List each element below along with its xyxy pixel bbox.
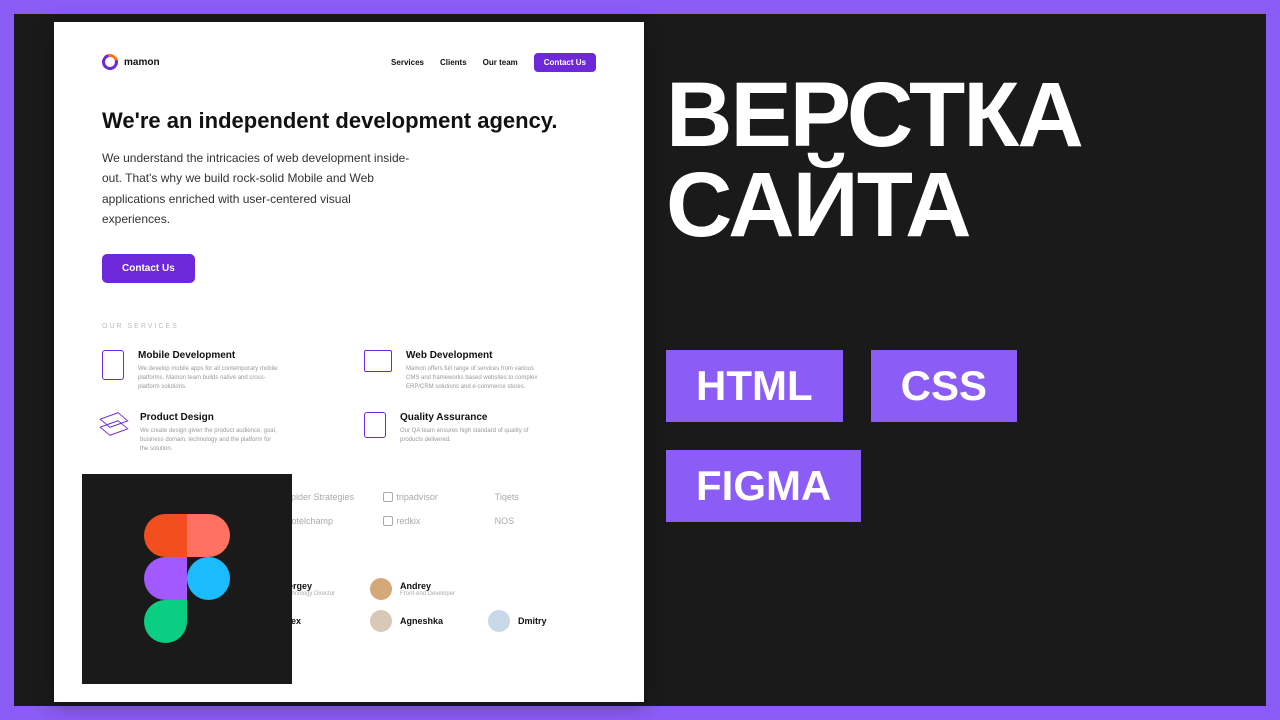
service-desc: We develop mobile apps for all contempor… <box>138 365 278 392</box>
headline-line1: ВЕРСТКА <box>666 70 1226 160</box>
service-title: Mobile Development <box>138 350 278 361</box>
title-panel: ВЕРСТКА САЙТА HTML CSS FIGMA <box>666 70 1226 522</box>
team-member: Agneshka <box>370 610 478 632</box>
layers-icon <box>102 412 126 436</box>
hero-section: We're an independent development agency.… <box>102 108 596 283</box>
tech-tags: HTML CSS FIGMA <box>666 350 1226 522</box>
avatar <box>488 610 510 632</box>
service-card: Quality Assurance Our QA team ensures hi… <box>364 412 596 454</box>
logo[interactable]: mamon <box>102 54 160 70</box>
hero-title: We're an independent development agency. <box>102 108 596 134</box>
tag-figma: FIGMA <box>666 450 861 522</box>
mock-header: mamon Services Clients Our team Contact … <box>102 46 596 78</box>
brand-name: mamon <box>124 57 160 68</box>
service-title: Web Development <box>406 350 546 361</box>
service-desc: Mamon offers full range of services from… <box>406 365 546 392</box>
service-card: Web Development Mamon offers full range … <box>364 350 596 392</box>
client-logo: NOS <box>495 516 596 526</box>
avatar <box>370 610 392 632</box>
headline-line2: САЙТА <box>666 160 1226 250</box>
checklist-icon <box>364 412 386 438</box>
nav-contact-button[interactable]: Contact Us <box>534 53 596 72</box>
logo-icon <box>99 51 121 73</box>
tag-html: HTML <box>666 350 843 422</box>
main-nav: Services Clients Our team Contact Us <box>391 53 596 72</box>
hero-body: We understand the intricacies of web dev… <box>102 148 412 230</box>
avatar <box>370 578 392 600</box>
service-card: Mobile Development We develop mobile app… <box>102 350 334 392</box>
service-desc: We create design given the product audie… <box>140 427 280 454</box>
service-title: Product Design <box>140 412 280 423</box>
tag-css: CSS <box>871 350 1017 422</box>
monitor-icon <box>364 350 392 372</box>
mobile-icon <box>102 350 124 380</box>
figma-tile <box>82 474 292 684</box>
hero-cta-button[interactable]: Contact Us <box>102 254 195 283</box>
team-member: AndreyFront-end Developer <box>370 578 478 600</box>
client-logo: redkix <box>383 516 484 526</box>
services-grid: Mobile Development We develop mobile app… <box>102 350 596 454</box>
thumbnail-canvas: mamon Services Clients Our team Contact … <box>14 14 1266 706</box>
client-logo: tripadvisor <box>383 492 484 502</box>
nav-clients[interactable]: Clients <box>440 58 467 67</box>
service-desc: Our QA team ensures high standard of qua… <box>400 427 540 445</box>
nav-ourteam[interactable]: Our team <box>483 58 518 67</box>
client-logo: Tiqets <box>495 492 596 502</box>
team-member: Dmitry <box>488 610 596 632</box>
nav-services[interactable]: Services <box>391 58 424 67</box>
service-card: Product Design We create design given th… <box>102 412 334 454</box>
headline: ВЕРСТКА САЙТА <box>666 70 1226 250</box>
services-label: OUR SERVICES <box>102 323 596 330</box>
service-title: Quality Assurance <box>400 412 540 423</box>
figma-logo-icon <box>144 514 230 644</box>
